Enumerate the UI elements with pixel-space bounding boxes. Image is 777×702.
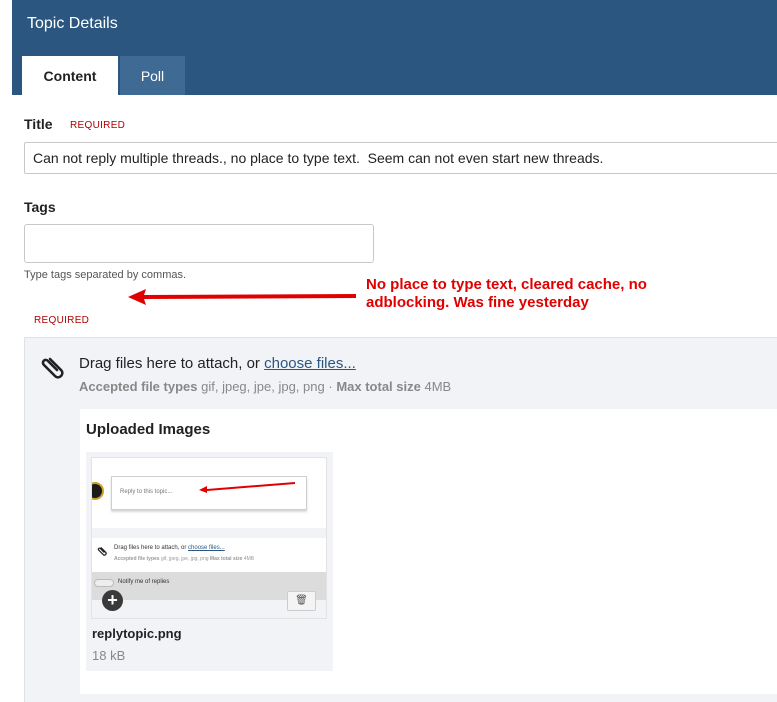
- drag-files-label: Drag files here to attach, or: [79, 355, 260, 372]
- topic-details-page: Topic Details Content Poll Title REQUIRE…: [0, 0, 777, 702]
- thumb-notify-label: Notify me of replies: [118, 579, 170, 585]
- thumb-reply-placeholder: Reply to this topic...: [120, 489, 173, 495]
- tab-bar: Content Poll: [22, 56, 185, 95]
- header-title: Topic Details: [27, 15, 118, 32]
- thumb-choose-link: choose files...: [188, 545, 225, 551]
- accepted-file-types: Accepted file types gif, jpeg, jpe, jpg,…: [79, 379, 451, 394]
- uploaded-images-title: Uploaded Images: [86, 421, 211, 438]
- accepted-separator: ·: [328, 379, 333, 394]
- max-size-value: 4MB: [424, 379, 452, 394]
- title-input[interactable]: [24, 142, 777, 174]
- paperclip-icon: [41, 357, 64, 379]
- tab-poll[interactable]: Poll: [120, 56, 185, 95]
- thumb-max-value: 4MB: [243, 556, 255, 562]
- thumb-accepted-text: Accepted file types gif, jpeg, jpe, jpg,…: [114, 556, 254, 562]
- tags-input[interactable]: [24, 224, 374, 263]
- tab-content[interactable]: Content: [22, 56, 118, 95]
- thumb-accepted-types: gif, jpeg, jpe, jpg, png: [160, 556, 209, 562]
- title-label: Title: [24, 116, 53, 132]
- uploaded-file-name: replytopic.png: [92, 626, 182, 641]
- tags-label: Tags: [24, 199, 56, 215]
- thumb-accepted-label: Accepted file types: [114, 556, 160, 562]
- annotation-text: No place to type text, cleared cache, no…: [366, 276, 647, 311]
- thumb-drag-label: Drag files here to attach, or: [114, 545, 187, 551]
- tags-hint: Type tags separated by commas.: [24, 269, 187, 281]
- body-required-badge: REQUIRED: [34, 315, 90, 326]
- thumb-toggle: [94, 579, 114, 587]
- thumb-divider: [92, 528, 326, 538]
- thumb-avatar: [92, 482, 104, 500]
- annotation-arrow-icon: [128, 289, 356, 305]
- thumb-max-label: Max total size: [209, 556, 243, 562]
- accepted-types-label: Accepted file types: [79, 379, 198, 394]
- max-size-label: Max total size: [336, 379, 421, 394]
- insert-image-plus-icon[interactable]: +: [102, 590, 123, 611]
- choose-files-link[interactable]: choose files...: [264, 355, 356, 372]
- thumb-paperclip-icon: [97, 547, 107, 556]
- uploaded-file-size: 18 kB: [92, 648, 126, 663]
- drag-files-text: Drag files here to attach, or choose fil…: [79, 355, 356, 372]
- title-required-badge: REQUIRED: [70, 120, 126, 131]
- delete-image-trash-icon[interactable]: 🗑: [287, 591, 316, 611]
- thumb-arrow-icon: [199, 482, 295, 493]
- thumb-drag-text: Drag files here to attach, or choose fil…: [114, 545, 225, 551]
- accepted-types-value: gif, jpeg, jpe, jpg, png: [201, 379, 325, 394]
